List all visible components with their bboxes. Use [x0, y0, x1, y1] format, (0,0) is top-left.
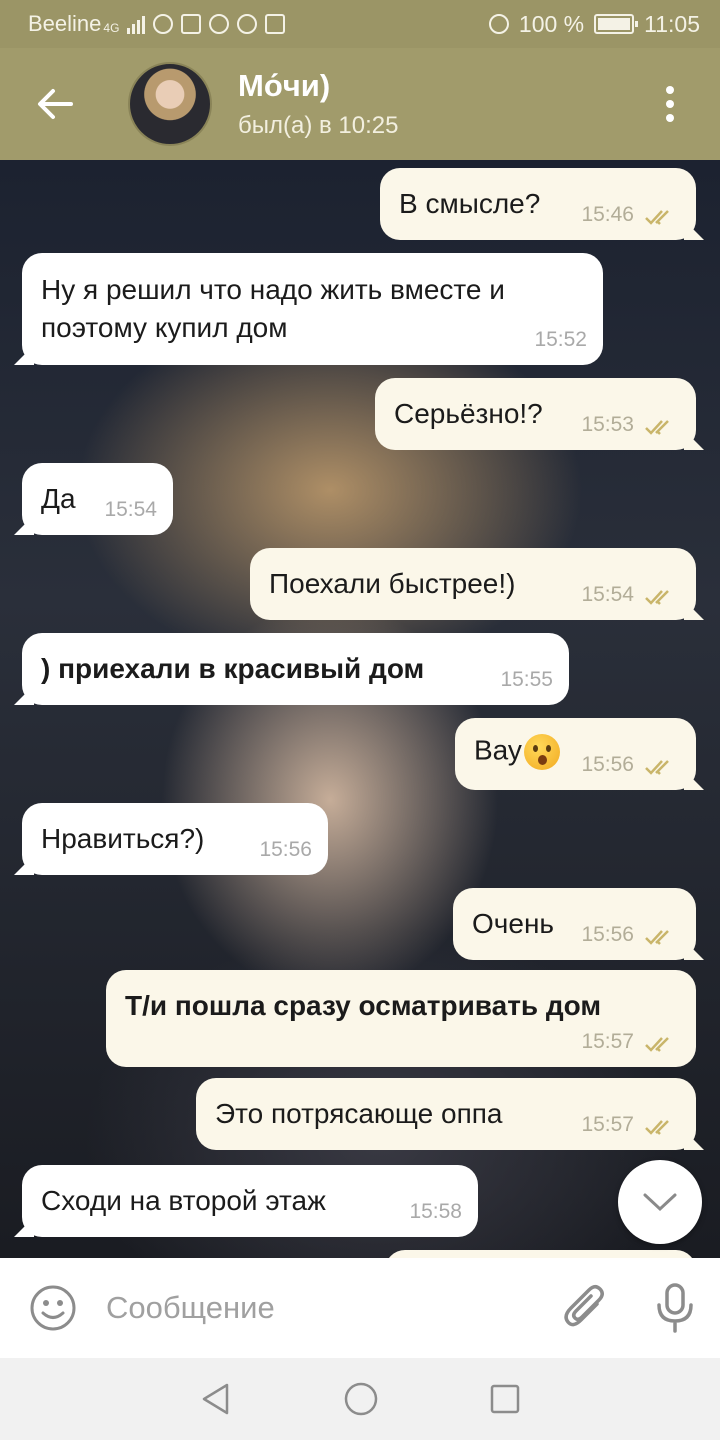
status-left: Beeline 4G — [28, 11, 286, 37]
message-text: Сходи на второй этаж — [41, 1185, 326, 1216]
chat-area[interactable]: В смысле? 15:46 Ну я решил что надо жить… — [0, 160, 720, 1258]
message-input-bar — [0, 1258, 720, 1358]
gallery-icon — [181, 14, 202, 34]
signal-icon — [127, 14, 146, 34]
message-bubble-outgoing[interactable]: Серьёзно!? 15:53 — [375, 378, 704, 450]
message-bubble-incoming[interactable]: Нравиться?) 15:56 — [14, 803, 328, 875]
scroll-down-button[interactable] — [618, 1160, 702, 1244]
nav-recents-icon[interactable] — [489, 1383, 521, 1415]
message-text: Это потрясающе оппа — [215, 1098, 503, 1129]
upload-icon — [265, 14, 286, 34]
message-bubble-outgoing[interactable]: В смысле? 15:46 — [380, 168, 704, 240]
message-line: Вау — [474, 734, 560, 770]
mic-button[interactable] — [630, 1283, 720, 1333]
chevron-down-icon — [643, 1193, 677, 1212]
message-time: 15:56 — [581, 923, 634, 946]
carrier-name: Beeline — [28, 11, 102, 36]
message-text: ) приехали в красивый дом — [41, 653, 425, 684]
read-ticks-icon — [645, 1120, 669, 1135]
message-bubble-outgoing[interactable]: Поехали быстрее!) 15:54 — [250, 548, 704, 620]
message-time: 15:53 — [581, 413, 634, 436]
message-bubble-incoming[interactable]: Ну я решил что надо жить вместе и поэтом… — [14, 253, 603, 365]
status-bar: Beeline 4G 100 % 11:05 — [0, 0, 720, 48]
message-time: 15:54 — [581, 583, 634, 606]
read-ticks-icon — [645, 210, 669, 225]
mic-icon — [657, 1283, 693, 1333]
message-text: Ну я решил что надо жить вместе и поэтом… — [41, 274, 505, 343]
network-type: 4G — [103, 21, 120, 35]
message-time: 15:58 — [409, 1200, 462, 1223]
message-time: 15:57 — [581, 1030, 634, 1053]
message-bubble-outgoing[interactable]: Т/и пошла сразу осматривать дом 15:57 — [106, 970, 696, 1067]
message-time: 15:56 — [259, 838, 312, 861]
message-time: 15:46 — [581, 203, 634, 226]
message-time: 15:52 — [534, 328, 587, 351]
battery-percent: 100 % — [518, 10, 585, 37]
message-bubble-incoming[interactable]: Сходи на второй этаж 15:58 — [14, 1165, 478, 1237]
message-bubble-incoming[interactable]: Да 15:54 — [14, 463, 173, 535]
message-text: В смысле? — [399, 188, 541, 219]
read-ticks-icon — [645, 760, 669, 775]
header-text[interactable]: Мо́чи) был(а) в 10:25 — [238, 68, 398, 140]
read-ticks-icon — [645, 590, 669, 605]
read-ticks-icon — [645, 1037, 669, 1052]
attach-button[interactable] — [540, 1284, 630, 1332]
message-text: Очень — [472, 908, 554, 939]
back-button[interactable] — [0, 48, 110, 160]
alarm-icon — [488, 14, 509, 34]
avatar[interactable] — [128, 62, 212, 146]
system-nav-bar — [0, 1358, 720, 1440]
last-seen: был(а) в 10:25 — [238, 112, 399, 139]
more-vert-icon[interactable] — [620, 48, 720, 160]
hushed-face-emoji — [523, 734, 560, 770]
status-right: 100 % 11:05 — [488, 10, 700, 38]
message-time: 15:57 — [581, 1113, 634, 1136]
battery-icon — [594, 14, 639, 34]
message-text: Серьёзно!? — [394, 398, 543, 429]
chat-header: Мо́чи) был(а) в 10:25 — [0, 48, 720, 160]
message-bubble-outgoing[interactable]: Это потрясающе оппа 15:57 — [196, 1078, 704, 1150]
message-time: 15:54 — [104, 498, 157, 521]
umbrella-icon — [209, 14, 230, 34]
nav-home-icon[interactable] — [343, 1381, 379, 1417]
emoji-icon — [30, 1285, 76, 1331]
message-bubble-outgoing[interactable]: Вау 15:56 — [455, 718, 704, 790]
message-time: 15:56 — [581, 753, 634, 776]
back-arrow-icon — [38, 89, 73, 119]
message-text: Поехали быстрее!) — [269, 568, 516, 599]
message-text: Нравиться?) — [41, 823, 205, 854]
message-bubble-outgoing-partial[interactable] — [385, 1250, 696, 1258]
message-text: Т/и пошла сразу осматривать дом — [125, 990, 602, 1021]
message-time: 15:55 — [500, 668, 553, 691]
clock: 11:05 — [644, 10, 700, 37]
read-ticks-icon — [645, 420, 669, 435]
read-ticks-icon — [645, 930, 669, 945]
chat-name: Мо́чи) — [238, 68, 331, 103]
search-icon — [153, 14, 174, 34]
message-bubble-incoming[interactable]: ) приехали в красивый дом 15:55 — [14, 633, 569, 705]
message-text: Да — [41, 483, 76, 514]
emoji-button[interactable] — [0, 1284, 106, 1332]
at-icon — [237, 14, 258, 34]
message-bubble-outgoing[interactable]: Очень 15:56 — [453, 888, 704, 960]
message-text: Вау — [474, 734, 522, 766]
nav-back-icon[interactable] — [199, 1382, 233, 1416]
message-input[interactable] — [106, 1290, 540, 1326]
attach-icon — [564, 1285, 604, 1327]
